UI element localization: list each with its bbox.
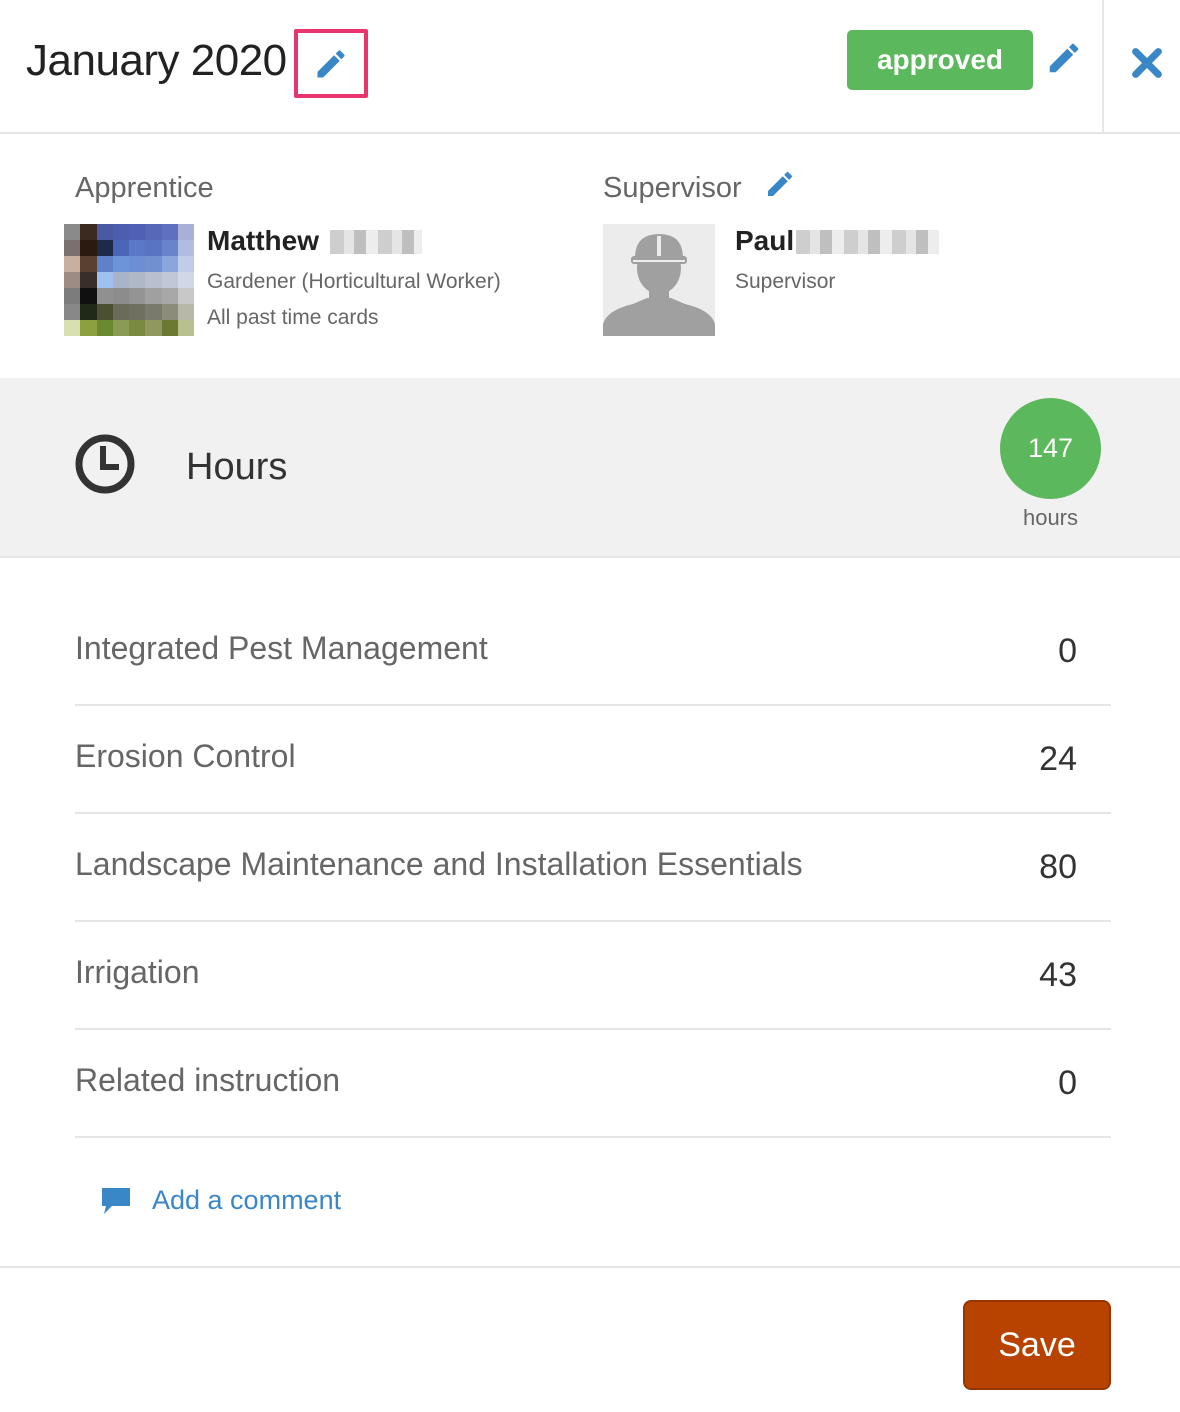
row-label: Erosion Control [75, 738, 296, 774]
row-value: 0 [1058, 632, 1077, 670]
edit-status-button[interactable] [1044, 38, 1084, 78]
pencil-icon [317, 49, 345, 77]
add-comment-label: Add a comment [152, 1184, 342, 1215]
row-label: Integrated Pest Management [75, 630, 488, 666]
time-card-panel: January 2020 approved Apprentice Matthew… [0, 0, 1180, 1412]
add-comment-link[interactable]: Add a comment [100, 1184, 341, 1216]
redacted-surname [796, 230, 939, 254]
apprentice-name: Matthew [207, 225, 319, 256]
supervisor-avatar [603, 224, 715, 336]
supervisor-role: Supervisor [735, 270, 836, 293]
header-divider [1102, 0, 1104, 134]
status-badge: approved [847, 30, 1033, 90]
list-item: Related instruction 0 [75, 1030, 1111, 1138]
list-item: Erosion Control 24 [75, 706, 1111, 814]
hours-summary: Hours 147 hours [0, 378, 1180, 558]
close-icon [1132, 48, 1162, 78]
supervisor-label: Supervisor [603, 172, 742, 204]
list-item: Landscape Maintenance and Installation E… [75, 814, 1111, 922]
pencil-icon [768, 171, 793, 196]
redacted-surname [330, 230, 422, 254]
people-section: Apprentice Matthew Gardener (Horticultur… [0, 136, 1180, 378]
list-item: Irrigation 43 [75, 922, 1111, 1030]
save-button[interactable]: Save [963, 1300, 1111, 1390]
past-time-cards-link[interactable]: All past time cards [207, 306, 379, 330]
apprentice-role: Gardener (Horticultural Worker) [207, 270, 501, 293]
row-value: 43 [1039, 956, 1077, 994]
row-label: Landscape Maintenance and Installation E… [75, 846, 803, 882]
edit-title-button[interactable] [294, 29, 368, 98]
pencil-icon [1049, 43, 1079, 73]
hours-title: Hours [186, 446, 288, 488]
header: January 2020 approved [0, 0, 1180, 134]
comment-icon [102, 1188, 130, 1214]
apprentice-avatar [64, 224, 194, 336]
list-item: Integrated Pest Management 0 [75, 598, 1111, 706]
hours-total-badge: 147 [1000, 398, 1101, 499]
row-value: 24 [1039, 740, 1077, 778]
row-label: Related instruction [75, 1062, 341, 1098]
hours-breakdown-list: Integrated Pest Management 0 Erosion Con… [75, 598, 1111, 1138]
close-button[interactable] [1124, 40, 1170, 86]
hours-unit: hours [1022, 505, 1079, 530]
edit-supervisor-button[interactable] [762, 166, 798, 202]
person-hardhat-icon [603, 224, 715, 336]
row-label: Irrigation [75, 954, 200, 990]
supervisor-name: Paul [735, 225, 795, 256]
clock-icon [75, 434, 135, 494]
row-value: 0 [1058, 1064, 1077, 1102]
row-value: 80 [1039, 848, 1077, 886]
footer: Save [0, 1266, 1180, 1412]
apprentice-label: Apprentice [75, 172, 214, 204]
page-title: January 2020 [26, 36, 287, 85]
